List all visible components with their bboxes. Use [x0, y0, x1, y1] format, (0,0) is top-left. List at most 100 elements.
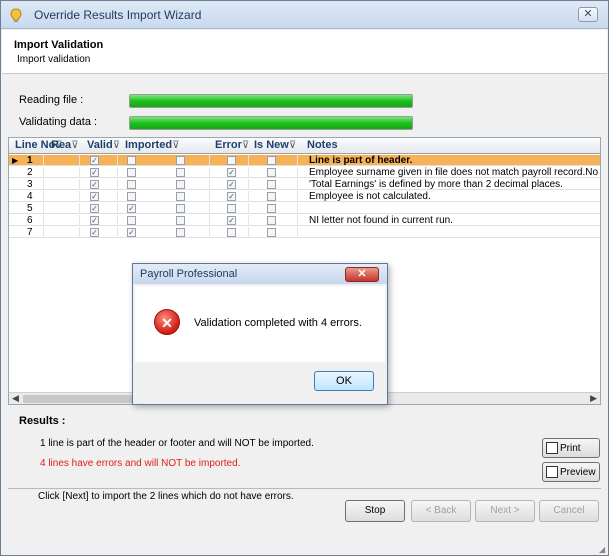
filter-icon[interactable]: ⊽ — [172, 140, 179, 151]
next-button[interactable]: Next > — [475, 500, 535, 522]
line-number: 6 — [27, 215, 33, 226]
row-notes: Employee is not calculated. — [309, 191, 431, 202]
validating-data-label: Validating data : — [19, 116, 98, 128]
resize-grip-icon[interactable]: ◢ — [599, 545, 608, 554]
filter-icon[interactable]: ⊽ — [113, 140, 120, 151]
imported-checkbox[interactable] — [176, 216, 185, 225]
imported-checkbox[interactable] — [176, 204, 185, 213]
table-row[interactable]: 6 ✓ ✓ NI letter not found in current run. — [9, 215, 600, 226]
page-subtitle: Import validation — [17, 54, 91, 65]
stop-button[interactable]: Stop — [345, 500, 405, 522]
row-notes: Line is part of header. — [309, 155, 413, 166]
column-header[interactable]: Valid⊽ — [87, 139, 120, 151]
filter-icon[interactable]: ⊽ — [71, 140, 78, 151]
error-checkbox[interactable] — [227, 228, 236, 237]
filter-icon[interactable]: ⊽ — [242, 140, 249, 151]
is-new-checkbox[interactable] — [267, 204, 276, 213]
validating-data-progress — [129, 116, 413, 130]
valid-checkbox[interactable]: ✓ — [127, 228, 136, 237]
valid-checkbox[interactable] — [127, 192, 136, 201]
reading-file-label: Reading file : — [19, 94, 84, 106]
is-new-checkbox[interactable] — [267, 228, 276, 237]
valid-checkbox[interactable] — [127, 216, 136, 225]
line-number: 2 — [27, 167, 33, 178]
column-header[interactable]: Notes — [307, 139, 338, 151]
scroll-left-icon[interactable]: ◀ — [12, 393, 19, 404]
read-checkbox[interactable]: ✓ — [90, 204, 99, 213]
read-checkbox[interactable]: ✓ — [90, 180, 99, 189]
wizard-window: Override Results Import Wizard ✕ Import … — [0, 0, 609, 556]
is-new-checkbox[interactable] — [267, 180, 276, 189]
result-header-line: 1 line is part of the header or footer a… — [40, 438, 314, 449]
error-icon: ✕ — [154, 309, 180, 335]
table-row[interactable]: 5 ✓ ✓ — [9, 203, 600, 214]
imported-checkbox[interactable] — [176, 192, 185, 201]
is-new-checkbox[interactable] — [267, 156, 276, 165]
row-notes: Employee surname given in file does not … — [309, 167, 599, 178]
dialog-body: ✕ Validation completed with 4 errors. — [135, 286, 385, 362]
preview-icon — [546, 466, 558, 478]
error-checkbox[interactable]: ✓ — [227, 192, 236, 201]
page-title: Import Validation — [14, 39, 104, 51]
valid-checkbox[interactable] — [127, 156, 136, 165]
error-checkbox[interactable]: ✓ — [227, 180, 236, 189]
print-button[interactable]: Print — [542, 438, 600, 458]
valid-checkbox[interactable] — [127, 180, 136, 189]
error-checkbox[interactable] — [227, 204, 236, 213]
line-number: 7 — [27, 227, 33, 238]
ok-button[interactable]: OK — [314, 371, 374, 391]
table-row[interactable]: 4 ✓ ✓ Employee is not calculated. — [9, 191, 600, 202]
column-header[interactable]: Imported⊽ — [125, 139, 179, 151]
row-notes: NI letter not found in current run. — [309, 215, 453, 226]
error-checkbox[interactable]: ✓ — [227, 168, 236, 177]
filter-icon[interactable]: ⊽ — [289, 140, 296, 151]
valid-checkbox[interactable]: ✓ — [127, 204, 136, 213]
scroll-right-icon[interactable]: ▶ — [590, 393, 597, 404]
table-row[interactable]: ▶ 1 ✓ Line is part of header. — [9, 155, 600, 166]
line-number: 1 — [27, 155, 33, 166]
printer-icon — [546, 442, 558, 454]
read-checkbox[interactable]: ✓ — [90, 168, 99, 177]
line-number: 3 — [27, 179, 33, 190]
imported-checkbox[interactable] — [176, 168, 185, 177]
app-icon — [10, 8, 22, 22]
row-notes: 'Total Earnings' is defined by more than… — [309, 179, 563, 190]
read-checkbox[interactable]: ✓ — [90, 228, 99, 237]
table-row[interactable]: 2 ✓ ✓ Employee surname given in file does n… — [9, 167, 600, 178]
valid-checkbox[interactable] — [127, 168, 136, 177]
imported-checkbox[interactable] — [176, 156, 185, 165]
imported-checkbox[interactable] — [176, 180, 185, 189]
dialog-title-bar: Payroll Professional ✕ — [133, 264, 387, 284]
column-header[interactable]: Rea⊽ — [51, 139, 79, 151]
is-new-checkbox[interactable] — [267, 216, 276, 225]
grid-header: Line No⊽ Rea⊽ Valid⊽ Imported⊽ Error⊽ Is New⊽… — [9, 138, 600, 154]
error-checkbox[interactable]: ✓ — [227, 216, 236, 225]
table-row[interactable]: 7 ✓ ✓ — [9, 227, 600, 238]
print-label: Print — [560, 443, 581, 454]
window-close-button[interactable]: ✕ — [578, 7, 598, 22]
back-button[interactable]: < Back — [411, 500, 471, 522]
line-number: 4 — [27, 191, 33, 202]
read-checkbox[interactable]: ✓ — [90, 192, 99, 201]
table-row[interactable]: 3 ✓ ✓ 'Total Earnings' is defined by more t… — [9, 179, 600, 190]
row-selector-icon: ▶ — [12, 156, 19, 165]
column-header[interactable]: Is New⊽ — [254, 139, 296, 151]
reading-file-progress — [129, 94, 413, 108]
line-number: 5 — [27, 203, 33, 214]
dialog-close-button[interactable]: ✕ — [345, 267, 379, 282]
result-error-line: 4 lines have errors and will NOT be impo… — [40, 458, 241, 469]
preview-label: Preview — [560, 467, 596, 478]
window-title: Override Results Import Wizard — [34, 8, 202, 22]
read-checkbox[interactable]: ✓ — [90, 156, 99, 165]
is-new-checkbox[interactable] — [267, 168, 276, 177]
title-bar: Override Results Import Wizard ✕ — [1, 1, 608, 29]
preview-button[interactable]: Preview — [542, 462, 600, 482]
cancel-button[interactable]: Cancel — [539, 500, 599, 522]
column-header[interactable]: Error⊽ — [215, 139, 249, 151]
read-checkbox[interactable]: ✓ — [90, 216, 99, 225]
dialog-title: Payroll Professional — [140, 268, 238, 280]
imported-checkbox[interactable] — [176, 228, 185, 237]
is-new-checkbox[interactable] — [267, 192, 276, 201]
error-checkbox[interactable] — [227, 156, 236, 165]
results-label: Results : — [19, 415, 66, 427]
